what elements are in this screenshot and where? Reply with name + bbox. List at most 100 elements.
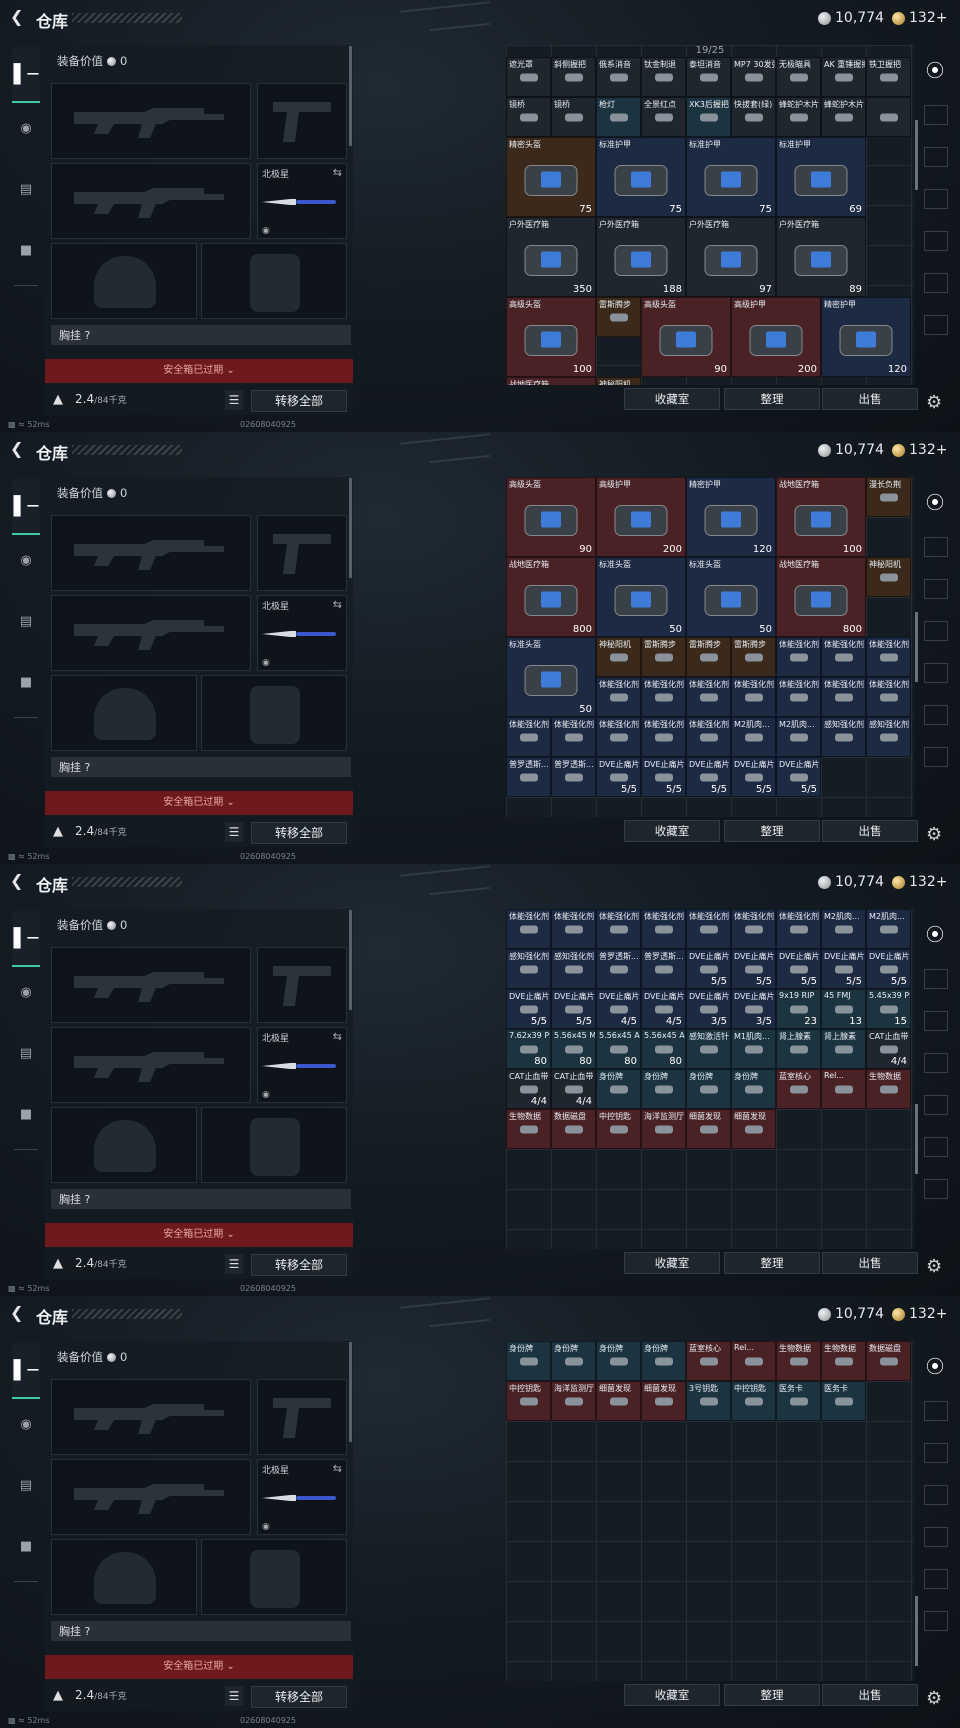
stash-item[interactable]: 5.56x45 AP 80 — [641, 1029, 686, 1069]
stash-item[interactable]: 体能强化剂 — [596, 717, 641, 757]
melee-slot[interactable]: 北极星 ⇆ ◉ — [257, 1027, 347, 1103]
stash-item[interactable]: 体能强化剂 — [641, 717, 686, 757]
stash-item[interactable]: DVE止痛片 5/5 — [776, 949, 821, 989]
stash-item[interactable]: 神秘阳机 — [596, 637, 641, 677]
safebox-expired-banner[interactable]: 安全箱已过期 ⌄ — [45, 1223, 353, 1247]
stash-item[interactable]: DVE止痛片 5/5 — [506, 989, 551, 1029]
stash-item[interactable]: 中控钥匙 — [731, 1381, 776, 1421]
stash-tab-3[interactable] — [924, 1443, 948, 1463]
list-view-button[interactable]: ☰ — [225, 1254, 243, 1274]
stash-item[interactable]: 身份牌 — [686, 1069, 731, 1109]
stash-item[interactable]: 体能强化剂 — [641, 677, 686, 717]
stash-item[interactable]: DVE止痛片 5/5 — [776, 757, 821, 797]
stash-item[interactable]: 体能强化剂 — [506, 909, 551, 949]
backpack-tab-icon[interactable]: ■ — [12, 671, 40, 695]
settings-gear-icon[interactable]: ⚙ — [926, 1688, 942, 1709]
warehouse-tab-icon[interactable]: ⦿ — [922, 1353, 948, 1379]
transfer-all-button[interactable]: 转移全部 — [251, 390, 347, 412]
stash-tab-6[interactable] — [924, 705, 948, 725]
stash-item[interactable]: 斜侧握把 — [551, 57, 596, 97]
armor-slot[interactable] — [201, 675, 347, 751]
stash-item[interactable]: 中控钥匙 — [596, 1109, 641, 1149]
stash-item[interactable]: 细菌发现 — [686, 1109, 731, 1149]
weapon-tab-icon[interactable]: ▌─ — [12, 1343, 40, 1399]
stash-item[interactable]: 身份牌 — [641, 1341, 686, 1381]
stash-tab-3[interactable] — [924, 147, 948, 167]
armor-tab-icon[interactable]: ▤ — [12, 610, 40, 634]
stash-item[interactable]: 镜桥 — [506, 97, 551, 137]
stash-item[interactable]: 高级护甲 200 — [731, 297, 821, 377]
stash-item[interactable]: M2肌肉... — [776, 717, 821, 757]
stash-tab-5[interactable] — [924, 1095, 948, 1115]
helmet-tab-icon[interactable]: ◉ — [12, 981, 40, 1005]
stash-item[interactable]: 身份牌 — [551, 1341, 596, 1381]
collection-room-button[interactable]: 收藏室 — [624, 820, 720, 842]
armor-tab-icon[interactable]: ▤ — [12, 1042, 40, 1066]
loadout-scrollbar[interactable] — [349, 910, 352, 1010]
stash-tab-3[interactable] — [924, 1011, 948, 1031]
stash-item[interactable]: 户外医疗箱 188 — [596, 217, 686, 297]
stash-item[interactable]: 身份牌 — [506, 1341, 551, 1381]
safebox-expired-banner[interactable]: 安全箱已过期 ⌄ — [45, 359, 353, 383]
stash-item[interactable]: 高级头盔 100 — [506, 297, 596, 377]
stash-item[interactable]: 5.56x45 AP 80 — [596, 1029, 641, 1069]
stash-item[interactable]: DVE止痛片 4/5 — [641, 989, 686, 1029]
helmet-tab-icon[interactable]: ◉ — [12, 549, 40, 573]
chest-rig-slot[interactable]: 胸挂 ? — [51, 1621, 351, 1641]
stash-item[interactable]: 5.45x39 PS 15 — [866, 989, 911, 1029]
stash-item[interactable]: AK 重锤握把 — [821, 57, 866, 97]
stash-item[interactable]: 钛金制退 — [641, 57, 686, 97]
stash-item[interactable]: 战地医疗箱 800 — [776, 557, 866, 637]
stash-item[interactable]: 战地医疗箱 100 — [776, 477, 866, 557]
stash-item[interactable]: 战地医疗箱 — [506, 377, 596, 385]
stash-item[interactable]: 3号钥匙 — [686, 1381, 731, 1421]
safebox-expired-banner[interactable]: 安全箱已过期 ⌄ — [45, 791, 353, 815]
weapon-tab-icon[interactable]: ▌─ — [12, 47, 40, 103]
chest-rig-slot[interactable]: 胸挂 ? — [51, 757, 351, 777]
stash-item[interactable]: M2肌肉... — [821, 909, 866, 949]
stash-item[interactable]: 普罗透斯... — [506, 757, 551, 797]
stash-tab-7[interactable] — [924, 747, 948, 767]
stash-item[interactable]: 感知强化剂 — [506, 949, 551, 989]
stash-item[interactable]: 细菌发现 — [731, 1109, 776, 1149]
stash-item[interactable]: 细菌发现 — [641, 1381, 686, 1421]
stash-item[interactable]: 高级头盔 90 — [506, 477, 596, 557]
stash-item[interactable]: M1肌肉... — [731, 1029, 776, 1069]
stash-item[interactable]: 精密头盔 75 — [506, 137, 596, 217]
melee-slot[interactable]: 北极星 ⇆ ◉ — [257, 1459, 347, 1535]
stash-item[interactable]: 标准护甲 75 — [596, 137, 686, 217]
stash-item[interactable]: 体能强化剂 — [776, 637, 821, 677]
transfer-all-button[interactable]: 转移全部 — [251, 1254, 347, 1276]
stash-item[interactable]: 快拔套(绿) — [731, 97, 776, 137]
chest-rig-slot[interactable]: 胸挂 ? — [51, 325, 351, 345]
stash-item[interactable]: 医务卡 — [776, 1381, 821, 1421]
stash-item[interactable]: 户外医疗箱 89 — [776, 217, 866, 297]
stash-item[interactable]: 45 FMJ 13 — [821, 989, 866, 1029]
stash-item[interactable]: M2肌肉... — [731, 717, 776, 757]
back-arrow-icon[interactable]: ❮ — [10, 9, 26, 25]
stash-item[interactable]: CAT止血带 4/4 — [866, 1029, 911, 1069]
melee-slot[interactable]: 北极星 ⇆ ◉ — [257, 595, 347, 671]
stash-item[interactable]: 蓝室核心 — [776, 1069, 821, 1109]
stash-tab-6[interactable] — [924, 1137, 948, 1157]
pistol-slot[interactable] — [257, 83, 347, 159]
stash-item[interactable]: 体能强化剂 — [641, 909, 686, 949]
sort-button[interactable]: 整理 — [724, 1252, 820, 1274]
swap-icon[interactable]: ⇆ — [333, 598, 342, 611]
melee-slot[interactable]: 北极星 ⇆ ◉ — [257, 163, 347, 239]
stash-item[interactable]: 遮光罩 — [506, 57, 551, 97]
stash-item[interactable]: 肾上腺素 — [821, 1029, 866, 1069]
stash-item[interactable]: 雷斯腾步 — [686, 637, 731, 677]
stash-item[interactable]: 标准护甲 69 — [776, 137, 866, 217]
stash-item[interactable]: 枪灯 — [596, 97, 641, 137]
swap-icon[interactable]: ⇆ — [333, 1462, 342, 1475]
collection-room-button[interactable]: 收藏室 — [624, 1684, 720, 1706]
stash-item[interactable]: Rel... — [821, 1069, 866, 1109]
stash-item[interactable]: DVE止痛片 5/5 — [551, 989, 596, 1029]
stash-tab-4[interactable] — [924, 1053, 948, 1073]
stash-item[interactable]: 蓝室核心 — [686, 1341, 731, 1381]
stash-item[interactable]: 标准护甲 75 — [686, 137, 776, 217]
collection-room-button[interactable]: 收藏室 — [624, 388, 720, 410]
stash-item[interactable]: 生物数据 — [866, 1069, 911, 1109]
pistol-slot[interactable] — [257, 947, 347, 1023]
